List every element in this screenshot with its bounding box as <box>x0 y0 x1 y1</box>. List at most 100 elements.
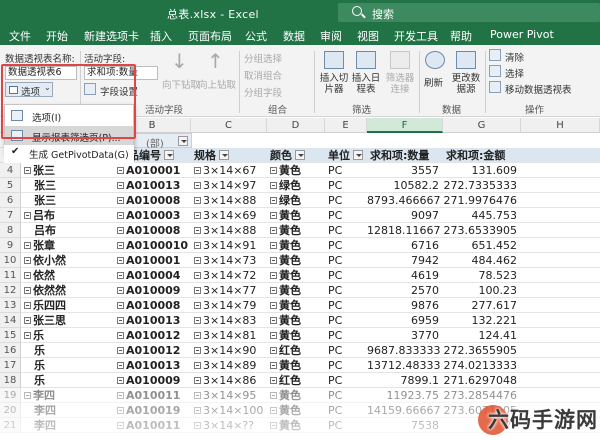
collapse-icon[interactable] <box>117 197 124 204</box>
empty-cell[interactable] <box>521 148 600 163</box>
pivot-name-input[interactable]: 数据透视表6 <box>5 66 77 80</box>
menu-item-show-report-filter-pages[interactable]: 显示报表筛选页(P)... <box>5 126 133 146</box>
cell-unit[interactable]: PC <box>325 313 367 328</box>
empty-cell[interactable] <box>521 253 600 268</box>
cell-color[interactable]: 黄色 <box>267 403 325 418</box>
cell-color[interactable]: 黄色 <box>267 418 325 433</box>
collapse-icon[interactable] <box>194 317 201 324</box>
cell-sum-qty[interactable]: 7899.1 <box>367 373 443 388</box>
cell-spec[interactable]: 3×14×83 <box>191 313 267 328</box>
empty-cell[interactable] <box>521 358 600 373</box>
cell-unit[interactable]: PC <box>325 253 367 268</box>
column-header-d[interactable]: D <box>267 118 325 133</box>
cell-color[interactable]: 绿色 <box>267 178 325 193</box>
drill-up-button[interactable]: ↑ 向上钻取 <box>198 49 236 95</box>
collapse-icon[interactable] <box>194 272 201 279</box>
header-color[interactable]: 颜色 <box>267 148 325 163</box>
row-number[interactable]: 20 <box>0 403 21 418</box>
empty-cell[interactable] <box>521 238 600 253</box>
cell-name[interactable]: 吕布 <box>21 223 114 238</box>
collapse-icon[interactable] <box>194 422 201 429</box>
cell-spec[interactable]: 3×14×73 <box>191 253 267 268</box>
collapse-icon[interactable] <box>194 257 201 264</box>
collapse-icon[interactable] <box>194 347 201 354</box>
refresh-button[interactable]: 刷新 <box>422 49 448 99</box>
cell-spec[interactable]: 3×14×77 <box>191 283 267 298</box>
cell-unit[interactable]: PC <box>325 283 367 298</box>
cell-spec[interactable]: 3×14×91 <box>191 238 267 253</box>
cell-sum-qty[interactable]: 12818.11667 <box>367 223 443 238</box>
cell-unit[interactable]: PC <box>325 373 367 388</box>
row-number[interactable]: 21 <box>0 418 21 433</box>
cell-product-code[interactable]: A010001 <box>114 253 191 268</box>
cell-sum-qty[interactable]: 7538 <box>367 418 443 433</box>
cell-sum-amount[interactable]: 273.6533905 <box>443 223 521 238</box>
row-number[interactable]: 9 <box>0 238 21 253</box>
cell-name[interactable]: 张三 <box>21 163 114 178</box>
cell-sum-amount[interactable]: 132.221 <box>443 313 521 328</box>
collapse-icon[interactable] <box>117 212 124 219</box>
cell-sum-amount[interactable]: 445.753 <box>443 208 521 223</box>
cell-product-code[interactable]: A010008 <box>114 223 191 238</box>
empty-cell[interactable] <box>521 268 600 283</box>
collapse-icon[interactable] <box>194 302 201 309</box>
tab-developer[interactable]: 开发工具 <box>394 28 438 44</box>
tab-new-tab[interactable]: 新建选项卡 <box>84 28 139 44</box>
field-settings-button[interactable]: 字段设置 <box>84 83 158 98</box>
cell-color[interactable]: 黄色 <box>267 223 325 238</box>
header-spec[interactable]: 规格 <box>191 148 267 163</box>
move-pivot-button[interactable]: 移动数据透视表 <box>489 81 597 96</box>
insert-timeline-button[interactable]: 插入日程表 <box>350 49 382 99</box>
tab-insert[interactable]: 插入 <box>150 28 172 44</box>
cell-sum-qty[interactable]: 10582.2 <box>367 178 443 193</box>
cell-sum-qty[interactable]: 4619 <box>367 268 443 283</box>
cell-unit[interactable]: PC <box>325 268 367 283</box>
cell-sum-qty[interactable]: 9876 <box>367 298 443 313</box>
cell-product-code[interactable]: A010011 <box>114 388 191 403</box>
insert-slicer-button[interactable]: 插入切片器 <box>318 49 350 99</box>
row-number[interactable]: 5 <box>0 178 21 193</box>
cell-product-code[interactable]: A010004 <box>114 268 191 283</box>
collapse-icon[interactable] <box>270 392 277 399</box>
cell-sum-amount[interactable]: 100.23 <box>443 283 521 298</box>
cell-sum-qty[interactable]: 3770 <box>367 328 443 343</box>
cell-product-code[interactable]: A010012 <box>114 328 191 343</box>
column-header-f[interactable]: F <box>367 118 443 133</box>
header-sum-qty[interactable]: 求和项:数量 <box>367 148 443 163</box>
collapse-icon[interactable] <box>194 182 201 189</box>
cell-product-code[interactable]: A010008 <box>114 193 191 208</box>
cell-product-code[interactable]: A010013 <box>114 178 191 193</box>
collapse-icon[interactable] <box>194 332 201 339</box>
collapse-icon[interactable] <box>117 272 124 279</box>
cell-sum-qty[interactable]: 6716 <box>367 238 443 253</box>
cell-sum-amount[interactable]: 124.41 <box>443 328 521 343</box>
tab-view[interactable]: 视图 <box>357 28 379 44</box>
collapse-icon[interactable] <box>270 167 277 174</box>
collapse-icon[interactable] <box>24 242 31 249</box>
row-number[interactable]: 12 <box>0 283 21 298</box>
cell-name[interactable]: 李四 <box>21 418 114 433</box>
collapse-icon[interactable] <box>194 377 201 384</box>
collapse-icon[interactable] <box>270 422 277 429</box>
cell-unit[interactable]: PC <box>325 223 367 238</box>
row-number[interactable]: 8 <box>0 223 21 238</box>
filter-connections-button[interactable]: 筛选器连接 <box>383 49 417 99</box>
cell-sum-qty[interactable]: 3557 <box>367 163 443 178</box>
cell-product-code[interactable]: A010003 <box>114 208 191 223</box>
cell-sum-amount[interactable]: 271.6297048 <box>443 373 521 388</box>
cell-spec[interactable]: 3×14×72 <box>191 268 267 283</box>
drill-down-button[interactable]: ↓ 向下钻取 <box>162 49 200 95</box>
cell-sum-amount[interactable]: 484.462 <box>443 253 521 268</box>
collapse-icon[interactable] <box>117 422 124 429</box>
cell-name[interactable]: 张三 <box>21 178 114 193</box>
cell-sum-amount[interactable]: 272.7335333 <box>443 178 521 193</box>
collapse-icon[interactable] <box>117 167 124 174</box>
cell-unit[interactable]: PC <box>325 328 367 343</box>
cell-name[interactable]: 吕布 <box>21 208 114 223</box>
options-button[interactable]: 选项 ⌄ <box>5 82 53 98</box>
cell-sum-qty[interactable]: 6959 <box>367 313 443 328</box>
row-number[interactable]: 10 <box>0 253 21 268</box>
empty-cell[interactable] <box>521 343 600 358</box>
empty-cell[interactable] <box>521 388 600 403</box>
cell-sum-amount[interactable]: 274.0213333 <box>443 358 521 373</box>
